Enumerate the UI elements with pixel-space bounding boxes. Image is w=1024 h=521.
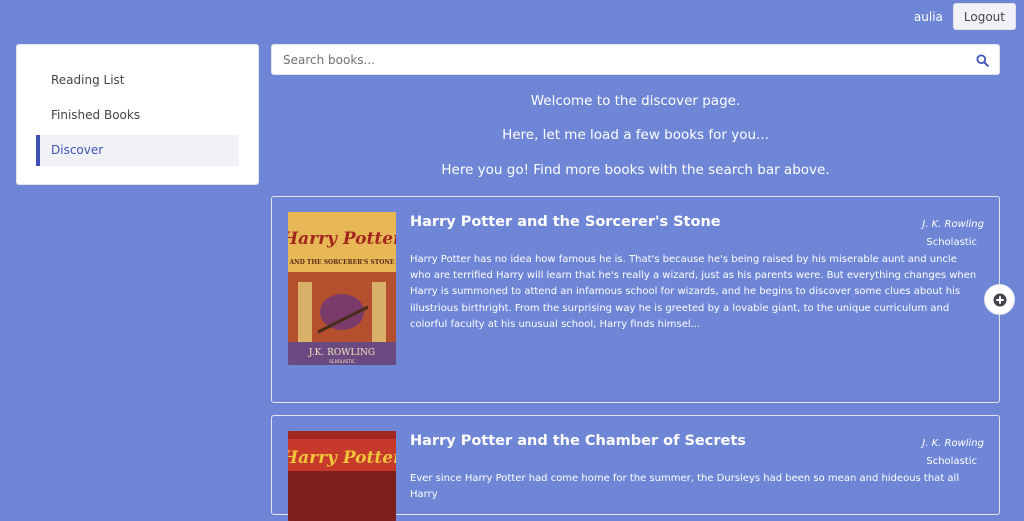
book-publisher: Scholastic xyxy=(926,456,977,467)
book-cover-art: Harry Potter AND THE SORCERER'S STONE J.… xyxy=(288,212,396,365)
results-message: Here you go! Find more books with the se… xyxy=(441,162,830,178)
sidebar-item-discover[interactable]: Discover xyxy=(36,135,239,166)
logout-button[interactable]: Logout xyxy=(952,3,1016,30)
search-input[interactable] xyxy=(281,52,945,68)
username: aulia xyxy=(913,9,943,24)
book-title[interactable]: Harry Potter and the Chamber of Secrets xyxy=(410,433,746,449)
cover-brand: SCHOLASTIC xyxy=(329,359,355,364)
book-description: Ever since Harry Potter had come home fo… xyxy=(410,473,960,501)
top-bar: aulia Logout xyxy=(914,3,1016,30)
book-title[interactable]: Harry Potter and the Sorcerer's Stone xyxy=(410,214,721,230)
book-cover-art: Harry Potter xyxy=(288,431,396,521)
search-icon[interactable] xyxy=(976,54,989,67)
cover-title: Harry Potter xyxy=(288,229,396,249)
book-description: Harry Potter has no idea how famous he i… xyxy=(410,254,977,330)
cover-title: Harry Potter xyxy=(288,448,396,468)
sidebar-item-finished-books[interactable]: Finished Books xyxy=(36,100,239,131)
book-cover[interactable]: Harry Potter AND THE SORCERER'S STONE J.… xyxy=(288,212,396,365)
plus-circle-icon xyxy=(993,293,1006,306)
sidebar-nav: Reading List Finished Books Discover xyxy=(16,44,259,185)
loading-message: Here, let me load a few books for you... xyxy=(502,127,769,143)
cover-subtitle: AND THE SORCERER'S STONE xyxy=(288,259,394,266)
book-card[interactable]: Harry Potter Harry Potter and the Chambe… xyxy=(271,415,1000,521)
sidebar-item-reading-list[interactable]: Reading List xyxy=(36,65,239,96)
book-publisher: Scholastic xyxy=(926,237,977,248)
search-bar xyxy=(271,44,1000,75)
book-author: J. K. Rowling xyxy=(922,219,984,230)
welcome-message: Welcome to the discover page. xyxy=(530,93,741,109)
book-card[interactable]: Harry Potter AND THE SORCERER'S STONE J.… xyxy=(271,196,1000,403)
add-to-list-button[interactable] xyxy=(984,284,1015,315)
cover-author: J.K. ROWLING xyxy=(308,348,375,358)
book-author: J. K. Rowling xyxy=(922,438,984,449)
book-cover[interactable]: Harry Potter xyxy=(288,431,396,521)
